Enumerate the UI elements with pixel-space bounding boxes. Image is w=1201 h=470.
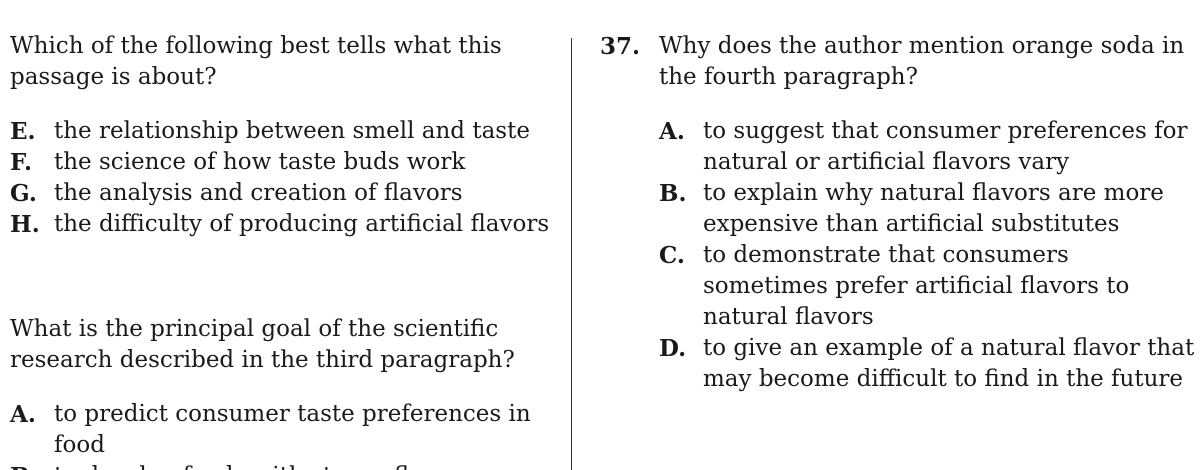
question-stem: What is the principal goal of the scient…: [10, 316, 515, 373]
answer-choice-c[interactable]: C. to demonstrate that consumers sometim…: [659, 240, 1199, 333]
choice-text: to demonstrate that consumers sometimes …: [703, 242, 1130, 330]
answer-choice-b[interactable]: B. to explain why natural flavors are mo…: [659, 178, 1199, 240]
choice-text: to explain why natural flavors are more …: [703, 180, 1164, 237]
answer-choice-e[interactable]: E. the relationship between smell and ta…: [10, 116, 550, 147]
answer-choice-h[interactable]: H. the difficulty of producing artificia…: [10, 209, 550, 240]
choice-text: the difficulty of producing artificial f…: [54, 211, 550, 237]
answer-choice-g[interactable]: G. the analysis and creation of flavors: [10, 178, 550, 209]
choice-letter: B.: [659, 180, 687, 207]
choice-text: to suggest that consumer preferences for…: [703, 118, 1188, 175]
question-stem: Why does the author mention orange soda …: [659, 33, 1185, 90]
choice-text: the relationship between smell and taste: [54, 118, 530, 144]
choice-letter: A.: [659, 118, 685, 145]
choice-text: to predict consumer taste preferences in…: [54, 401, 531, 458]
answer-choices: A. to suggest that consumer preferences …: [659, 116, 1199, 395]
question-stem: Which of the following best tells what t…: [10, 33, 502, 90]
choice-letter: E.: [10, 118, 36, 145]
answer-choice-a[interactable]: A. to predict consumer taste preferences…: [10, 399, 550, 461]
choice-text: the science of how taste buds work: [54, 149, 466, 175]
answer-choice-a[interactable]: A. to suggest that consumer preferences …: [659, 116, 1199, 178]
choice-letter: B.: [10, 461, 54, 470]
question-number: 37.: [600, 33, 641, 60]
column-divider: [571, 38, 572, 470]
choice-letter: D.: [659, 335, 687, 362]
answer-choices: E. the relationship between smell and ta…: [10, 116, 550, 240]
answer-choice-d[interactable]: D. to give an example of a natural flavo…: [659, 333, 1199, 395]
choice-letter: H.: [10, 211, 40, 238]
choice-text: to give an example of a natural flavor t…: [703, 335, 1195, 392]
answer-choice-b[interactable]: B. to develop foods with strong flavors: [10, 461, 550, 470]
choice-letter: F.: [10, 149, 33, 176]
choice-letter: A.: [10, 401, 36, 428]
answer-choice-f[interactable]: F. the science of how taste buds work: [10, 147, 550, 178]
answer-choices: A. to predict consumer taste preferences…: [10, 399, 550, 470]
choice-text: to develop foods with strong flavors: [54, 461, 550, 470]
choice-letter: C.: [659, 242, 685, 269]
choice-letter: G.: [10, 180, 37, 207]
choice-text: the analysis and creation of flavors: [54, 180, 463, 206]
